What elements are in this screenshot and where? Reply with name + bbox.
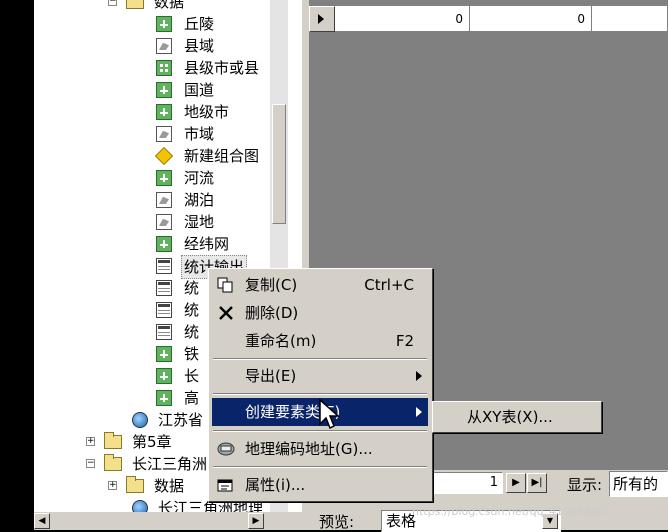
polygon-feature-icon [156,192,172,208]
watermark-text: https://blog.csdn.net/qq_41985880 [412,505,606,518]
folder-icon [126,0,144,9]
table-icon [156,280,172,296]
polygon-feature-icon [156,214,172,230]
menu-item-properties[interactable]: 属性(i)... [212,471,428,499]
table-cell[interactable]: 0 [335,6,470,32]
menu-item-from-xy-table[interactable]: 从XY表(X)... [467,404,553,430]
menu-separator [213,358,427,360]
polygon-feature-icon [156,38,172,54]
preview-label: 预览: [319,513,355,531]
point-feature-icon [156,60,172,76]
folder-icon [104,432,122,449]
collapse-icon[interactable]: − [108,0,117,6]
feature-class-icon [156,104,172,120]
feature-class-icon [156,82,172,98]
submenu-arrow-icon [416,371,422,381]
expand-icon[interactable]: + [108,481,117,490]
menu-item-geocode-addresses[interactable]: 地理编码地址(G)... [212,435,428,463]
scroll-right-icon[interactable]: ▶ [248,513,264,529]
last-record-button[interactable]: ▶| [527,473,547,493]
row-selector-icon[interactable] [309,6,335,32]
menu-item-delete[interactable]: 删除(D) [212,299,428,327]
submenu-arrow-icon [416,407,422,417]
menu-item-export[interactable]: 导出(E) [212,362,428,390]
table-icon [156,258,172,274]
show-label: 显示: [567,476,603,494]
feature-class-icon [156,236,172,252]
feature-class-icon [156,170,172,186]
topology-icon [154,146,174,166]
next-record-button[interactable]: ▶ [506,473,526,493]
menu-separator [213,393,427,395]
copy-icon [217,277,233,293]
table-icon [156,302,172,318]
feature-class-icon [156,16,172,32]
table-cell[interactable]: 0 [470,6,592,32]
menu-separator [213,466,427,468]
feature-class-icon [156,390,172,406]
collapse-icon[interactable]: − [86,459,95,468]
table-cell[interactable] [592,6,668,32]
geocode-icon [217,442,235,456]
scroll-left-icon[interactable]: ◀ [34,513,50,529]
menu-item-rename[interactable]: 重命名(m) F2 [212,327,428,355]
tree-scroll-thumb[interactable] [272,104,286,224]
geodatabase-icon [132,412,148,428]
properties-icon [217,479,233,492]
delete-icon [219,306,233,320]
tree-horizontal-scrollbar[interactable]: ◀ ▶ [34,512,302,530]
expand-icon[interactable]: + [86,437,95,446]
record-number-field[interactable]: 1 [429,472,503,494]
polygon-feature-icon [156,126,172,142]
folder-icon [104,454,122,471]
feature-class-icon [156,346,172,362]
create-feature-class-submenu: 从XY表(X)... [432,401,602,433]
folder-icon [126,476,144,493]
mouse-pointer-icon [319,398,340,430]
table-icon [156,324,172,340]
show-dropdown[interactable]: 所有的 [609,471,668,497]
menu-item-copy[interactable]: 复制(C) Ctrl+C [212,271,428,299]
context-menu: 复制(C) Ctrl+C 删除(D) 重命名(m) F2 导出(E) 创建要素类… [208,268,433,502]
feature-class-icon [156,368,172,384]
